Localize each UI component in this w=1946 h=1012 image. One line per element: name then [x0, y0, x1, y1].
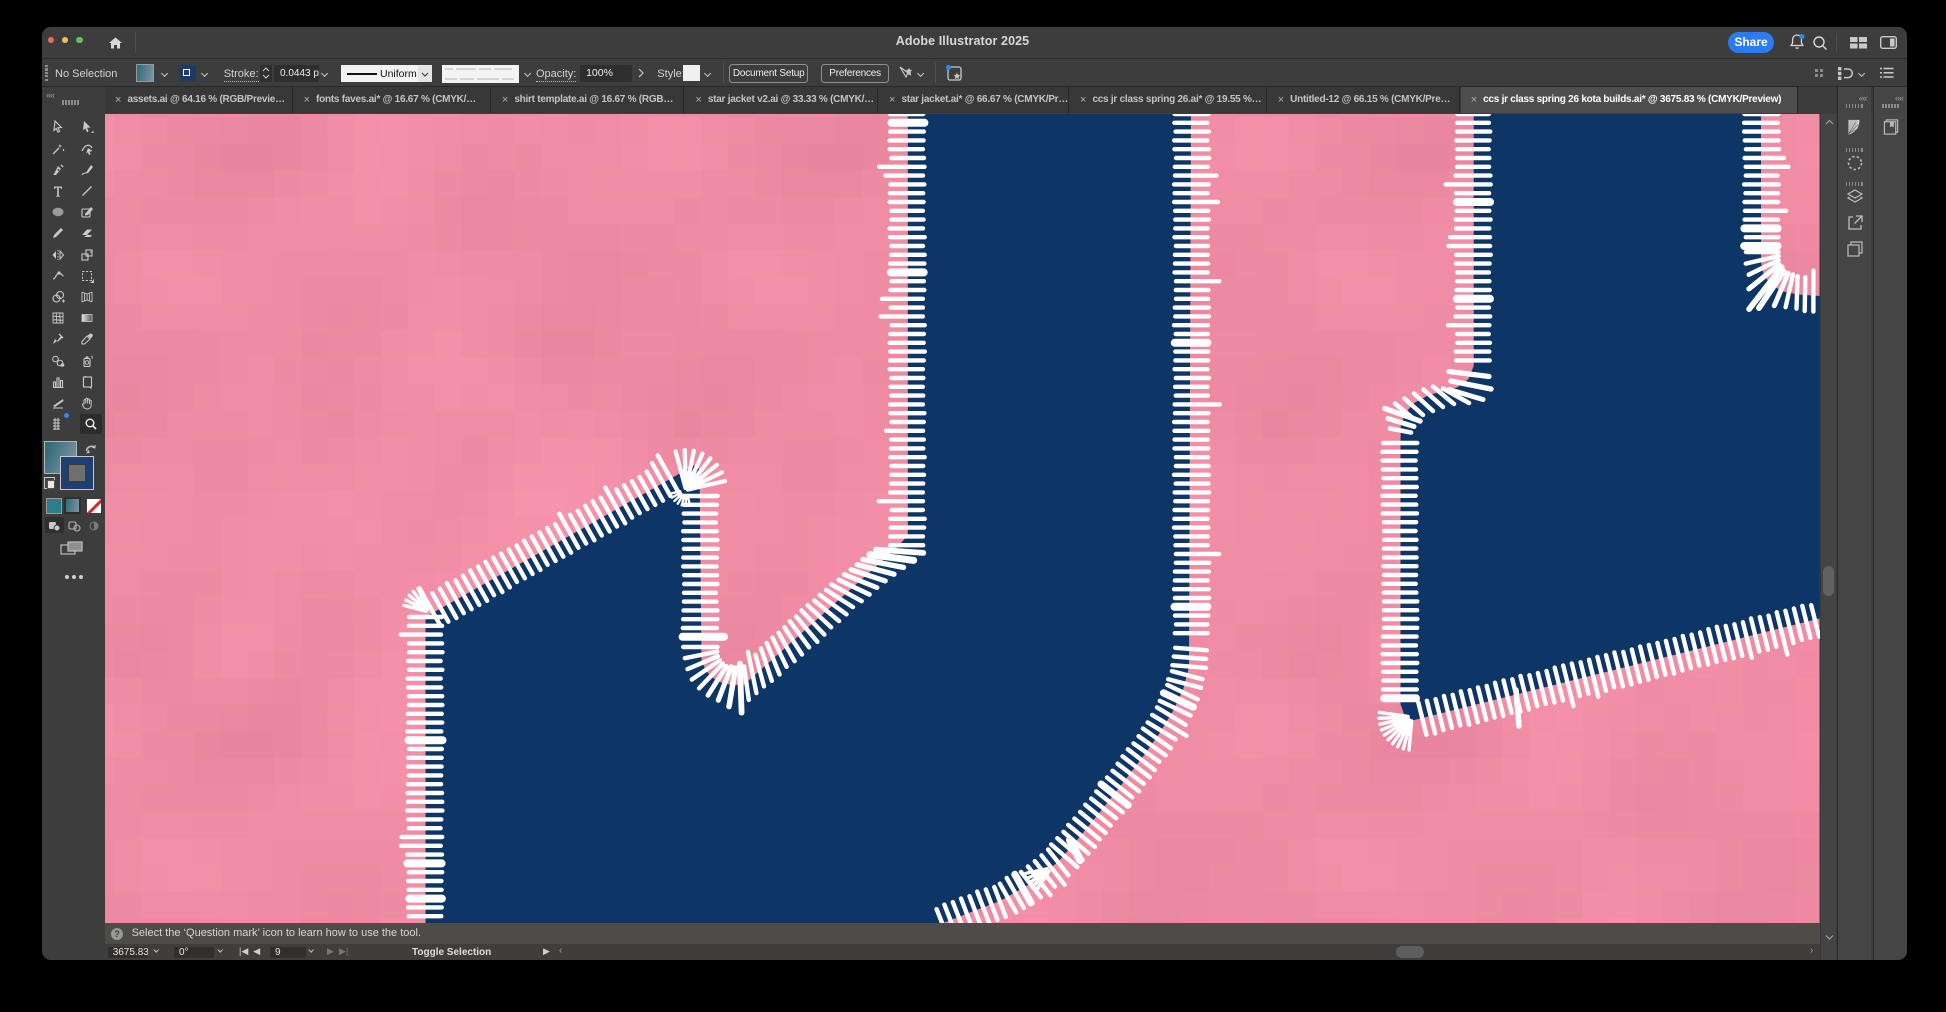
svg-text:?: ?	[114, 929, 120, 939]
